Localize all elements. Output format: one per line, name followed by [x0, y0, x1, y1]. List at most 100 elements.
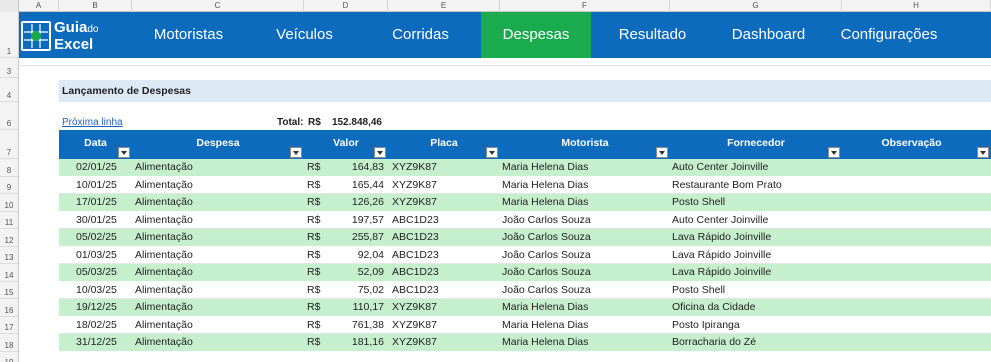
filter-dropdown-icon[interactable] — [118, 147, 130, 158]
cell-expense[interactable]: Alimentação — [135, 177, 300, 194]
nav-tab-dashboard[interactable]: Dashboard — [712, 12, 825, 58]
cell-plate[interactable]: XYZ9K87 — [392, 159, 497, 176]
table-row[interactable]: 05/02/25 Alimentação R$ 255,87 ABC1D23 João C… — [59, 229, 991, 247]
table-row[interactable]: 17/01/25 Alimentação R$ 126,26 XYZ9K87 Maria … — [59, 194, 991, 212]
cell-date[interactable]: 01/03/25 — [76, 247, 131, 264]
filter-dropdown-icon[interactable] — [828, 147, 840, 158]
column-letter[interactable]: D — [304, 0, 388, 12]
cell-expense[interactable]: Alimentação — [135, 247, 300, 264]
table-row[interactable]: 18/02/25 Alimentação R$ 761,38 XYZ9K87 Maria … — [59, 316, 991, 334]
cell-date[interactable]: 10/03/25 — [76, 282, 131, 299]
cell-expense[interactable]: Alimentação — [135, 299, 300, 316]
row-number[interactable]: 16 — [0, 299, 19, 317]
column-letter[interactable]: G — [670, 0, 842, 12]
cell-expense[interactable]: Alimentação — [135, 159, 300, 176]
column-letter[interactable]: A — [19, 0, 59, 12]
cell-supplier[interactable]: Borracharia do Zé — [672, 334, 840, 351]
cell-note[interactable] — [844, 212, 989, 229]
cell-value[interactable]: 761,38 — [321, 317, 384, 334]
cell-expense[interactable]: Alimentação — [135, 334, 300, 351]
cell-date[interactable]: 19/12/25 — [76, 299, 131, 316]
cell-driver[interactable]: João Carlos Souza — [502, 264, 667, 281]
cell-driver[interactable]: João Carlos Souza — [502, 229, 667, 246]
cell-expense[interactable]: Alimentação — [135, 264, 300, 281]
cell-value[interactable]: 164,83 — [321, 159, 384, 176]
cell-plate[interactable]: XYZ9K87 — [392, 334, 497, 351]
cell-supplier[interactable]: Lava Rápido Joinville — [672, 247, 840, 264]
row-number[interactable]: 18 — [0, 334, 19, 352]
cell-supplier[interactable]: Auto Center Joinville — [672, 212, 840, 229]
cell-note[interactable] — [844, 177, 989, 194]
cell-supplier[interactable]: Lava Rápido Joinville — [672, 264, 840, 281]
filter-dropdown-icon[interactable] — [656, 147, 668, 158]
cell-supplier[interactable]: Lava Rápido Joinville — [672, 229, 840, 246]
row-number[interactable]: 13 — [0, 246, 19, 264]
cell-driver[interactable]: Maria Helena Dias — [502, 317, 667, 334]
cell-expense[interactable]: Alimentação — [135, 194, 300, 211]
row-number[interactable]: 3 — [0, 58, 19, 78]
cell-supplier[interactable]: Posto Shell — [672, 282, 840, 299]
nav-tab-resultado[interactable]: Resultado — [596, 12, 709, 58]
nav-tab-configuracoes[interactable]: Configurações — [829, 12, 949, 58]
row-number[interactable]: 17 — [0, 316, 19, 334]
row-number[interactable]: 10 — [0, 194, 19, 212]
cell-driver[interactable]: João Carlos Souza — [502, 282, 667, 299]
next-line-link[interactable]: Próxima linha — [62, 117, 123, 128]
row-number[interactable]: 6 — [0, 102, 19, 130]
cell-driver[interactable]: Maria Helena Dias — [502, 299, 667, 316]
cell-supplier[interactable]: Restaurante Bom Prato — [672, 177, 840, 194]
row-number[interactable]: 8 — [0, 159, 19, 177]
column-letter[interactable]: H — [842, 0, 991, 12]
cell-supplier[interactable]: Posto Shell — [672, 194, 840, 211]
cell-supplier[interactable]: Auto Center Joinville — [672, 159, 840, 176]
cell-plate[interactable]: ABC1D23 — [392, 282, 497, 299]
cell-value[interactable]: 52,09 — [321, 264, 384, 281]
cell-date[interactable]: 31/12/25 — [76, 334, 131, 351]
row-number[interactable]: 4 — [0, 78, 19, 102]
cell-date[interactable]: 18/02/25 — [76, 317, 131, 334]
row-number[interactable]: 11 — [0, 211, 19, 229]
nav-tab-despesas[interactable]: Despesas — [481, 12, 591, 58]
cell-note[interactable] — [844, 194, 989, 211]
select-all-corner[interactable] — [0, 0, 19, 12]
column-letter[interactable]: E — [388, 0, 500, 12]
cell-value[interactable]: 165,44 — [321, 177, 384, 194]
cell-value[interactable]: 110,17 — [321, 299, 384, 316]
column-letter[interactable]: B — [59, 0, 132, 12]
filter-dropdown-icon[interactable] — [374, 147, 386, 158]
row-number[interactable]: 14 — [0, 264, 19, 282]
nav-tab-corridas[interactable]: Corridas — [364, 12, 477, 58]
cell-note[interactable] — [844, 299, 989, 316]
row-number[interactable]: 19 — [0, 351, 19, 362]
row-number[interactable]: 15 — [0, 281, 19, 299]
table-row[interactable]: 05/03/25 Alimentação R$ 52,09 ABC1D23 João Ca… — [59, 264, 991, 282]
cell-driver[interactable]: Maria Helena Dias — [502, 194, 667, 211]
cell-plate[interactable]: ABC1D23 — [392, 247, 497, 264]
cell-date[interactable]: 05/02/25 — [76, 229, 131, 246]
row-number[interactable]: 12 — [0, 229, 19, 247]
cell-note[interactable] — [844, 317, 989, 334]
table-row[interactable]: 30/01/25 Alimentação R$ 197,57 ABC1D23 João C… — [59, 211, 991, 229]
cell-value[interactable]: 255,87 — [321, 229, 384, 246]
cell-plate[interactable]: ABC1D23 — [392, 264, 497, 281]
filter-dropdown-icon[interactable] — [977, 147, 989, 158]
table-row[interactable]: 02/01/25 Alimentação R$ 164,83 XYZ9K87 Maria … — [59, 159, 991, 177]
cell-note[interactable] — [844, 229, 989, 246]
filter-dropdown-icon[interactable] — [486, 147, 498, 158]
cell-expense[interactable]: Alimentação — [135, 229, 300, 246]
cell-note[interactable] — [844, 282, 989, 299]
cell-value[interactable]: 92,04 — [321, 247, 384, 264]
table-row[interactable]: 10/01/25 Alimentação R$ 165,44 XYZ9K87 Maria … — [59, 176, 991, 194]
cell-plate[interactable]: XYZ9K87 — [392, 194, 497, 211]
row-number[interactable]: 1 — [0, 12, 19, 58]
cell-plate[interactable]: ABC1D23 — [392, 229, 497, 246]
cell-expense[interactable]: Alimentação — [135, 317, 300, 334]
cell-date[interactable]: 10/01/25 — [76, 177, 131, 194]
cell-expense[interactable]: Alimentação — [135, 282, 300, 299]
row-number[interactable]: 9 — [0, 176, 19, 194]
nav-tab-veiculos[interactable]: Veículos — [248, 12, 361, 58]
cell-plate[interactable]: XYZ9K87 — [392, 177, 497, 194]
cell-supplier[interactable]: Oficina da Cidade — [672, 299, 840, 316]
cell-date[interactable]: 17/01/25 — [76, 194, 131, 211]
cell-note[interactable] — [844, 334, 989, 351]
